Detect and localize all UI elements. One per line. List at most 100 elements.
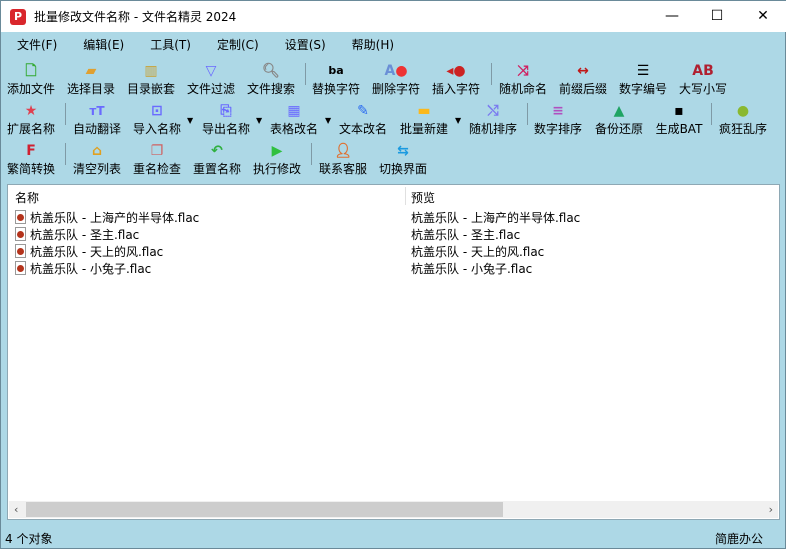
person-icon: 👤︎ <box>334 143 352 159</box>
number-button[interactable]: ☰ 数字编号 <box>613 61 673 99</box>
copy-icon: ❐ <box>150 143 164 159</box>
duplicate-check-button[interactable]: ❐ 重名检查 <box>127 141 187 179</box>
prefix-suffix-button[interactable]: ↔ 前缀后缀 <box>553 61 613 99</box>
toolbar-divider <box>65 143 66 165</box>
column-header-preview[interactable]: 预览 <box>411 189 435 206</box>
audio-file-icon <box>15 227 26 241</box>
list-item[interactable]: 杭盖乐队 - 小兔子.flac <box>15 260 151 277</box>
contact-support-button[interactable]: 👤︎ 联系客服 <box>313 141 373 179</box>
crazy-shuffle-button[interactable]: ● 疯狂乱序 <box>713 101 773 139</box>
backup-restore-button[interactable]: ▲ 备份还原 <box>589 101 649 139</box>
export-dropdown-icon[interactable]: ▼ <box>256 116 262 125</box>
file-list[interactable]: 名称 预览 杭盖乐队 - 上海产的半导体.flac 杭盖乐队 - 上海产的半导体… <box>7 184 780 520</box>
f-letter-icon: F <box>26 143 36 159</box>
translate-icon: тT <box>89 104 105 118</box>
preview-cell: 杭盖乐队 - 圣主.flac <box>411 228 521 242</box>
export-names-button[interactable]: ⎘ 导出名称 <box>196 101 256 139</box>
edit-icon: ✎ <box>357 103 369 119</box>
title-bar: P 批量修改文件名称 - 文件名精灵 2024 — ☐ ✕ <box>1 1 786 32</box>
window-title: 批量修改文件名称 - 文件名精灵 2024 <box>34 10 237 24</box>
menu-customize[interactable]: 定制(C) <box>201 34 269 56</box>
table-dropdown-icon[interactable]: ▼ <box>325 116 331 125</box>
close-button[interactable]: ✕ <box>740 1 786 32</box>
toolbar-divider <box>311 143 312 165</box>
replace-chars-button[interactable]: ba 替换字符 <box>306 61 366 99</box>
import-names-button[interactable]: ⊡ 导入名称 <box>127 101 187 139</box>
add-file-icon: 🗋 <box>25 63 37 79</box>
generate-bat-button[interactable]: ▪ 生成BAT <box>649 101 709 139</box>
case-icon: AB <box>692 63 714 79</box>
insert-chars-button[interactable]: ◂● 插入字符 <box>426 61 486 99</box>
trad-simp-button[interactable]: F 繁简转换 <box>1 141 61 179</box>
insert-icon: ◂● <box>446 63 466 79</box>
maximize-button[interactable]: ☐ <box>694 1 740 32</box>
scroll-left-icon[interactable]: ‹ <box>14 501 18 518</box>
grid-icon: ▦ <box>287 103 301 119</box>
app-icon: P <box>10 8 26 25</box>
clear-list-button[interactable]: ⌂ 清空列表 <box>67 141 127 179</box>
switch-icon: ⇆ <box>397 143 409 159</box>
menu-help[interactable]: 帮助(H) <box>336 34 404 56</box>
add-file-button[interactable]: 🗋 添加文件 <box>1 61 61 99</box>
file-search-button[interactable]: 🔍︎ 文件搜索 <box>241 61 301 99</box>
import-icon: ⊡ <box>151 103 163 119</box>
column-header-name[interactable]: 名称 <box>15 189 39 206</box>
scrollbar-thumb[interactable] <box>26 502 503 517</box>
list-item[interactable]: 杭盖乐队 - 圣主.flac <box>15 226 139 243</box>
menu-file[interactable]: 文件(F) <box>1 34 67 56</box>
menu-bar: 文件(F) 编辑(E) 工具(T) 定制(C) 设置(S) 帮助(H) <box>1 34 404 56</box>
replace-icon: ba <box>328 64 344 77</box>
arrows-horizontal-icon: ↔ <box>577 63 589 79</box>
auto-translate-button[interactable]: тT 自动翻译 <box>67 101 127 139</box>
scroll-right-icon[interactable]: › <box>769 501 773 518</box>
column-divider[interactable] <box>405 187 406 205</box>
export-icon: ⎘ <box>220 103 232 119</box>
audio-file-icon <box>15 244 26 258</box>
filter-icon: ▽ <box>205 63 217 79</box>
folder-icon: ▬ <box>417 103 431 119</box>
preview-cell: 杭盖乐队 - 上海产的半导体.flac <box>411 211 581 225</box>
random-name-button[interactable]: ⤨ 随机命名 <box>493 61 553 99</box>
batch-create-dropdown-icon[interactable]: ▼ <box>455 116 461 125</box>
execute-button[interactable]: ▶ 执行修改 <box>247 141 307 179</box>
terminal-icon: ▪ <box>674 103 684 119</box>
list-item[interactable]: 杭盖乐队 - 上海产的半导体.flac <box>15 209 199 226</box>
menu-edit[interactable]: 编辑(E) <box>67 34 134 56</box>
number-sort-button[interactable]: ≡ 数字排序 <box>528 101 588 139</box>
reset-names-button[interactable]: ↶ 重置名称 <box>187 141 247 179</box>
menu-settings[interactable]: 设置(S) <box>269 34 336 56</box>
switch-ui-button[interactable]: ⇆ 切换界面 <box>373 141 433 179</box>
batch-create-button[interactable]: ▬ 批量新建 <box>394 101 454 139</box>
preview-cell: 杭盖乐队 - 天上的风.flac <box>411 245 545 259</box>
toolbar-divider <box>65 103 66 125</box>
case-button[interactable]: AB 大写小写 <box>673 61 733 99</box>
status-count: 4 个对象 <box>5 532 53 546</box>
status-brand[interactable]: 简鹿办公 <box>715 530 763 547</box>
random-sort-button[interactable]: ⤭ 随机排序 <box>463 101 523 139</box>
numbered-list-icon: ☰ <box>636 63 650 79</box>
text-rename-button[interactable]: ✎ 文本改名 <box>333 101 393 139</box>
table-rename-button[interactable]: ▦ 表格改名 <box>264 101 324 139</box>
folder-nest-button[interactable]: ▥ 目录嵌套 <box>121 61 181 99</box>
undo-icon: ↶ <box>211 143 223 159</box>
lines-icon: ≡ <box>552 103 564 119</box>
minimize-button[interactable]: — <box>649 1 695 32</box>
search-icon: 🔍︎ <box>262 63 280 79</box>
folder-open-icon: ▰ <box>85 63 97 79</box>
select-folder-button[interactable]: ▰ 选择目录 <box>61 61 121 99</box>
toolbar-divider <box>491 63 492 85</box>
import-dropdown-icon[interactable]: ▼ <box>187 116 193 125</box>
toolbar-divider <box>711 103 712 125</box>
list-item[interactable]: 杭盖乐队 - 天上的风.flac <box>15 243 163 260</box>
horizontal-scrollbar[interactable]: ‹ › <box>9 501 778 518</box>
list-header: 名称 预览 <box>8 185 779 207</box>
menu-tools[interactable]: 工具(T) <box>134 34 201 56</box>
play-icon: ▶ <box>271 143 283 159</box>
delete-chars-button[interactable]: A● 删除字符 <box>366 61 426 99</box>
file-filter-button[interactable]: ▽ 文件过滤 <box>181 61 241 99</box>
drive-icon: ▲ <box>613 103 625 119</box>
extension-button[interactable]: ★ 扩展名称 <box>1 101 61 139</box>
star-icon: ★ <box>24 103 38 119</box>
broom-icon: ⌂ <box>91 143 103 159</box>
delete-chars-icon: A● <box>384 63 408 79</box>
